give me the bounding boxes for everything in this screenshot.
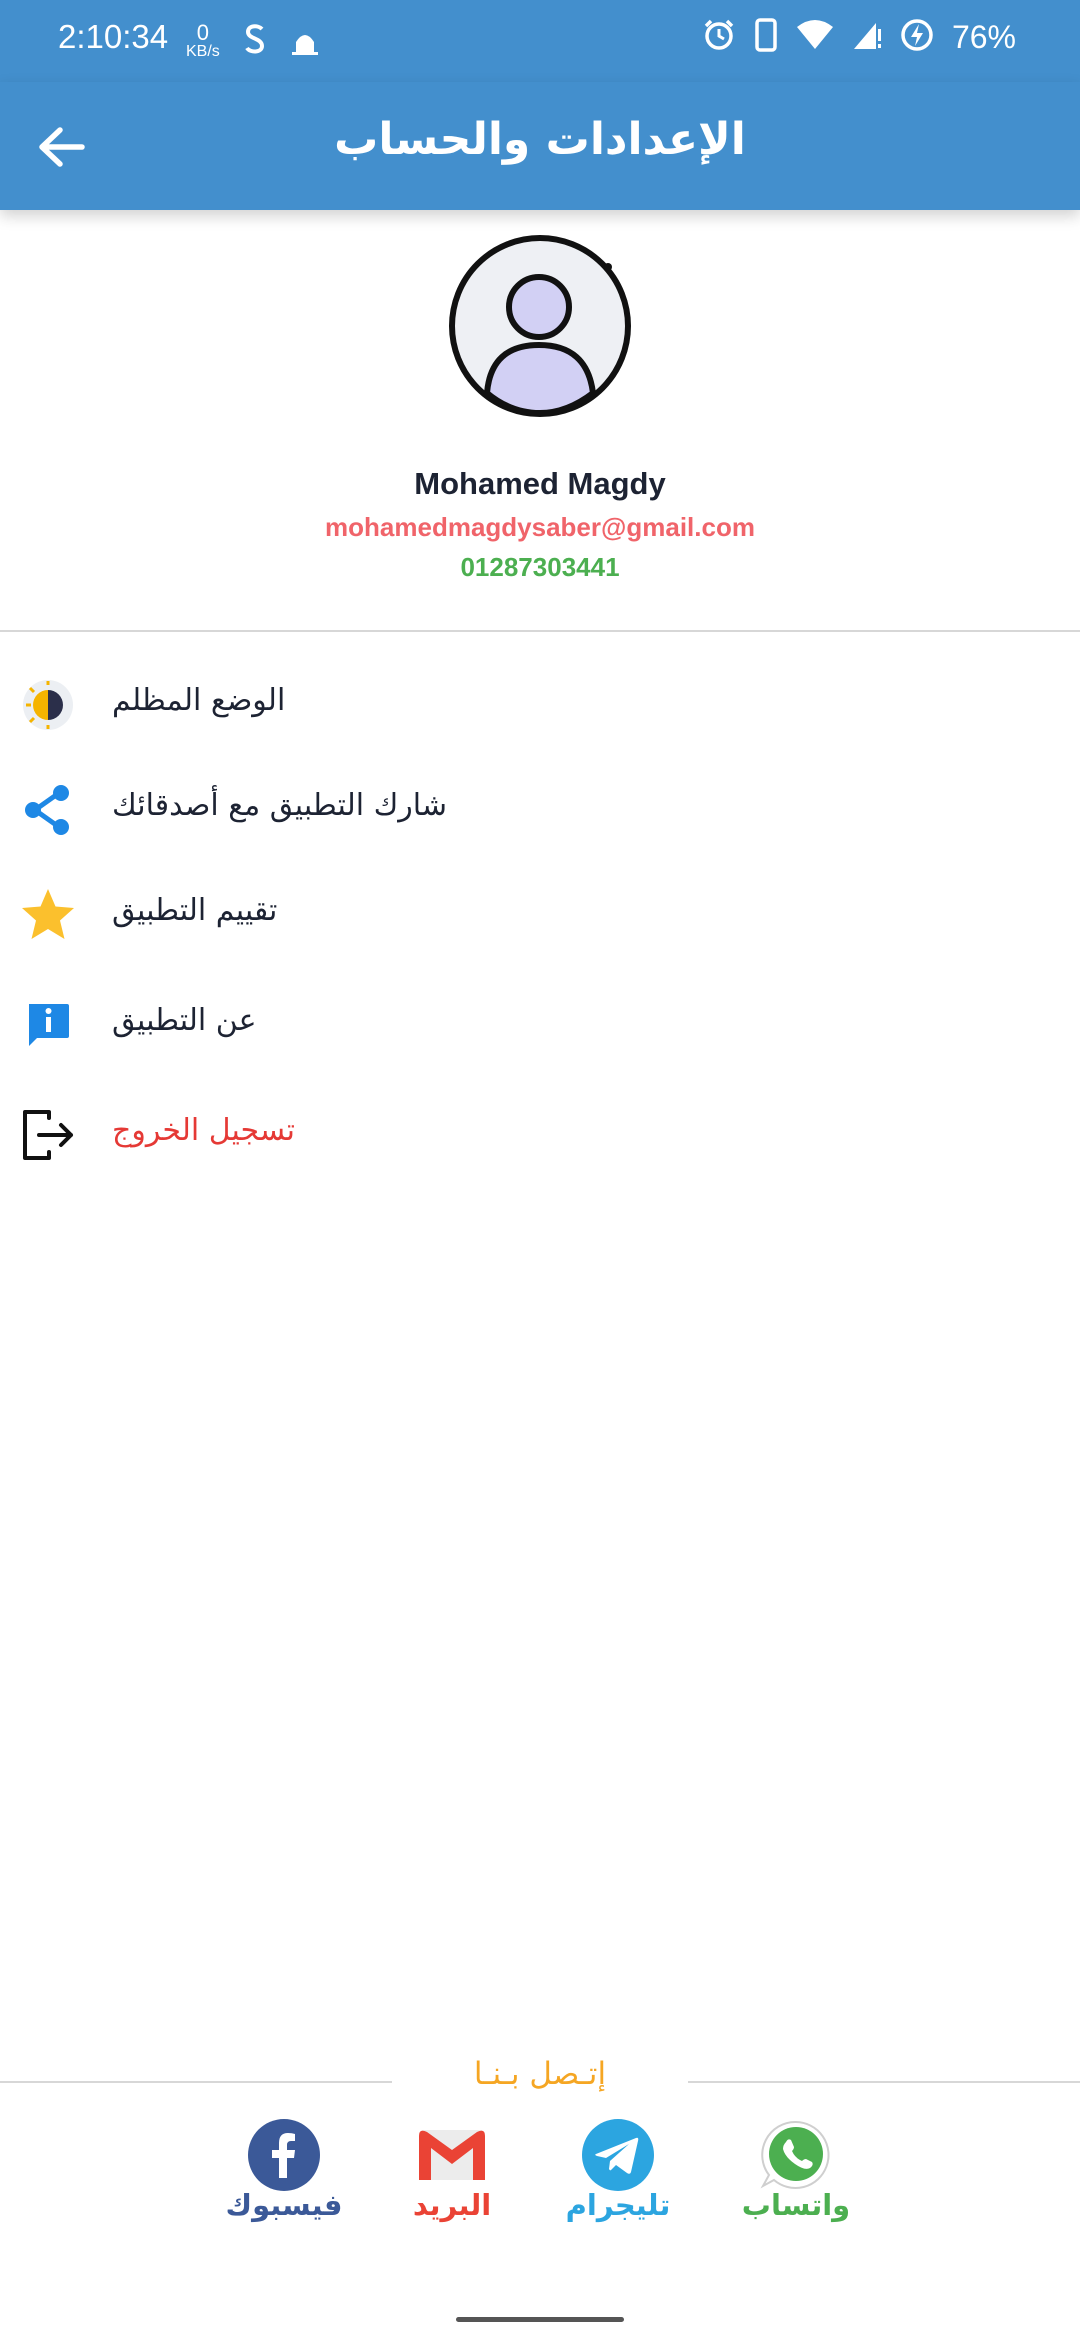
gmail-icon xyxy=(415,2118,489,2192)
whatsapp-icon xyxy=(759,2118,833,2192)
alarm-icon xyxy=(702,18,736,56)
whatsapp-label: واتساب xyxy=(741,2188,851,2222)
network-speed-unit: KB/s xyxy=(186,43,220,60)
menu-item-about[interactable]: عن التطبيق xyxy=(0,975,1080,1075)
star-icon xyxy=(16,883,80,947)
wifi-icon xyxy=(796,19,834,55)
battery-level: 76% xyxy=(951,18,1016,55)
logout-icon xyxy=(16,1103,80,1167)
facebook-icon xyxy=(247,2118,321,2192)
status-bar: 2:10:34 0 KB/s 76% xyxy=(0,0,1080,82)
menu-item-logout[interactable]: تسجيل الخروج xyxy=(0,1085,1080,1185)
network-speed-value: 0 xyxy=(196,20,210,45)
menu-item-label: عن التطبيق xyxy=(112,1003,257,1038)
info-icon xyxy=(16,993,80,1057)
phone-icon xyxy=(754,18,778,56)
mosque-icon xyxy=(290,22,320,60)
menu-item-rate[interactable]: تقييم التطبيق xyxy=(0,865,1080,965)
profile-email: mohamedmagdysaber@gmail.com xyxy=(325,512,755,542)
profile-phone: 01287303441 xyxy=(460,552,620,582)
mail-button[interactable]: البريد xyxy=(382,2118,522,2222)
network-speed: 0 KB/s xyxy=(186,22,220,60)
telegram-button[interactable]: تليجرام xyxy=(548,2118,688,2222)
facebook-label: فيسبوك xyxy=(225,2188,343,2222)
status-time: 2:10:34 xyxy=(58,18,169,55)
gesture-bar[interactable] xyxy=(456,2317,624,2322)
profile-name: Mohamed Magdy xyxy=(414,466,666,501)
menu-item-dark-mode[interactable]: الوضع المظلم xyxy=(0,655,1080,755)
menu-item-label: تسجيل الخروج xyxy=(112,1113,296,1148)
whatsapp-button[interactable]: واتساب xyxy=(726,2118,866,2222)
telegram-icon xyxy=(581,2118,655,2192)
battery-charging-icon xyxy=(900,18,934,56)
facebook-button[interactable]: فيسبوك xyxy=(214,2118,354,2222)
share-icon xyxy=(16,778,80,842)
signal-icon xyxy=(852,19,882,55)
menu-item-label: تقييم التطبيق xyxy=(112,893,278,928)
menu-item-label: الوضع المظلم xyxy=(112,683,286,718)
menu-item-label: شارك التطبيق مع أصدقائك xyxy=(112,788,448,823)
telegram-label: تليجرام xyxy=(565,2188,671,2222)
profile-divider xyxy=(0,630,1080,632)
app-bar: الإعدادات والحساب xyxy=(0,82,1080,210)
menu-item-share[interactable]: شارك التطبيق مع أصدقائك xyxy=(0,760,1080,860)
mail-label: البريد xyxy=(412,2188,492,2222)
avatar[interactable] xyxy=(447,233,633,419)
page-title: الإعدادات والحساب xyxy=(334,114,746,165)
contact-us-title: إتـصل بـنـا xyxy=(473,2056,607,2092)
day-night-icon xyxy=(16,673,80,737)
s-app-icon xyxy=(240,22,270,60)
